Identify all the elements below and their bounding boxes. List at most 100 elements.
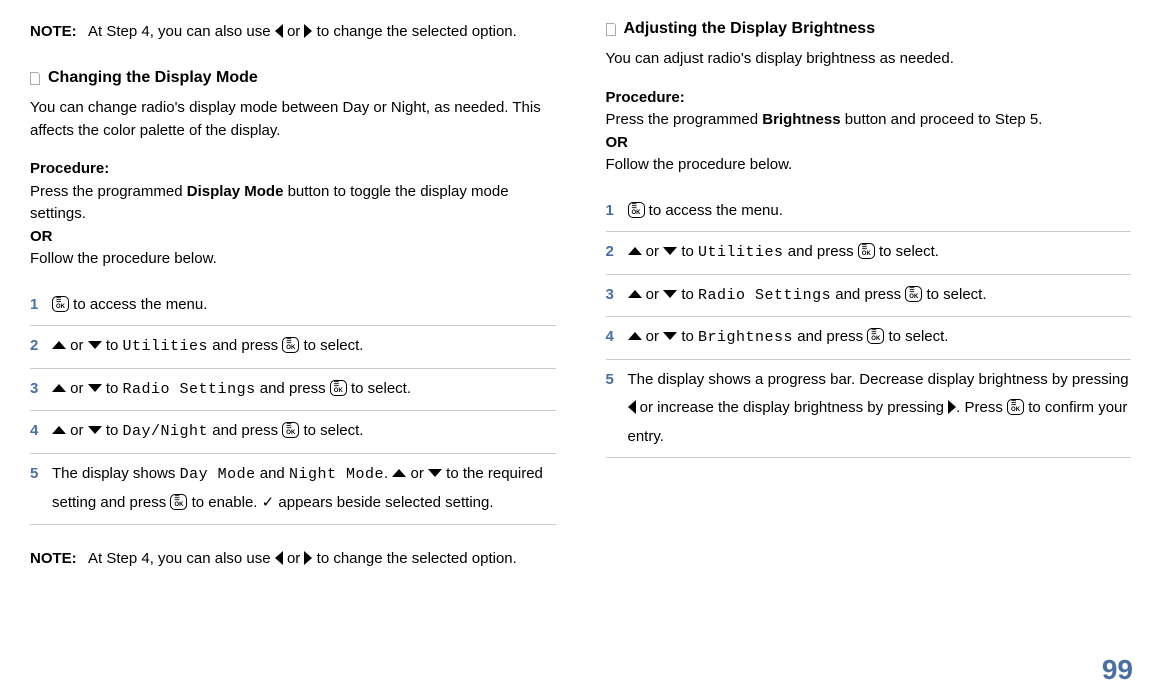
- step-body: or to Brightness and press to select.: [628, 323, 1132, 353]
- step-text: to select.: [922, 286, 986, 303]
- note-block-top: NOTE: At Step 4, you can also use or to …: [30, 20, 556, 44]
- procedure-label: Procedure:: [30, 160, 109, 177]
- step-number: 5: [30, 460, 52, 489]
- up-arrow-icon: [392, 469, 406, 477]
- ok-button-icon: [867, 328, 884, 344]
- step-text: or: [66, 422, 88, 439]
- step-1: 1 to access the menu.: [30, 285, 556, 327]
- step-text: and: [256, 465, 289, 482]
- menu-option: Radio Settings: [698, 287, 831, 304]
- step-text: to enable.: [187, 494, 261, 511]
- proc-bold: Display Mode: [187, 183, 284, 200]
- step-body: or to Utilities and press to select.: [628, 238, 1132, 268]
- left-arrow-icon: [275, 24, 283, 38]
- ok-button-icon: [330, 380, 347, 396]
- step-number: 1: [606, 197, 628, 226]
- note-label: NOTE:: [30, 20, 88, 44]
- note-text-part: or: [283, 23, 305, 40]
- step-body: or to Utilities and press to select.: [52, 332, 556, 362]
- right-arrow-icon: [304, 551, 312, 565]
- step-4: 4 or to Day/Night and press to select.: [30, 411, 556, 454]
- step-text: .: [384, 465, 392, 482]
- title-text: Changing the Display Mode: [48, 69, 258, 87]
- step-text: or: [642, 286, 664, 303]
- section-title-display-mode: Changing the Display Mode: [30, 69, 556, 87]
- intro-text: You can change radio's display mode betw…: [30, 97, 556, 142]
- or-text: OR: [30, 228, 53, 245]
- step-number: 2: [606, 238, 628, 267]
- step-body: or to Day/Night and press to select.: [52, 417, 556, 447]
- step-text: to select.: [299, 422, 363, 439]
- step-text: or: [66, 380, 88, 397]
- procedure-block: Procedure: Press the programmed Display …: [30, 158, 556, 271]
- note-label: NOTE:: [30, 547, 88, 571]
- step-text: or: [642, 243, 664, 260]
- note-text-part: At Step 4, you can also use: [88, 23, 275, 40]
- note-block-bottom: NOTE: At Step 4, you can also use or to …: [30, 547, 556, 571]
- step-1: 1 to access the menu.: [606, 191, 1132, 233]
- step-body: The display shows Day Mode and Night Mod…: [52, 460, 556, 518]
- step-number: 3: [30, 375, 52, 404]
- step-text: to access the menu.: [69, 296, 207, 313]
- down-arrow-icon: [88, 384, 102, 392]
- step-text: to select.: [299, 337, 363, 354]
- step-number: 2: [30, 332, 52, 361]
- step-2: 2 or to Utilities and press to select.: [30, 326, 556, 369]
- step-number: 4: [30, 417, 52, 446]
- proc-text-part: Follow the procedure below.: [606, 156, 793, 173]
- menu-option: Day Mode: [180, 466, 256, 483]
- step-text: to: [677, 286, 698, 303]
- note-text: At Step 4, you can also use or to change…: [88, 547, 556, 571]
- step-text: to select.: [884, 328, 948, 345]
- or-text: OR: [606, 134, 629, 151]
- step-text: or: [642, 328, 664, 345]
- step-body: The display shows a progress bar. Decrea…: [628, 366, 1132, 452]
- title-text: Adjusting the Display Brightness: [624, 20, 876, 38]
- ok-button-icon: [1007, 399, 1024, 415]
- note-text-part: to change the selected option.: [312, 550, 516, 567]
- step-text: appears beside selected setting.: [274, 494, 493, 511]
- step-body: to access the menu.: [628, 197, 1132, 226]
- ok-button-icon: [905, 286, 922, 302]
- proc-text-part: Press the programmed: [30, 183, 187, 200]
- step-2: 2 or to Utilities and press to select.: [606, 232, 1132, 275]
- ok-button-icon: [282, 337, 299, 353]
- step-text: or: [66, 337, 88, 354]
- proc-bold: Brightness: [762, 111, 840, 128]
- step-text: to: [102, 422, 123, 439]
- step-4: 4 or to Brightness and press to select.: [606, 317, 1132, 360]
- section-title-brightness: Adjusting the Display Brightness: [606, 20, 1132, 38]
- down-arrow-icon: [663, 290, 677, 298]
- up-arrow-icon: [628, 332, 642, 340]
- step-text: to select.: [347, 380, 411, 397]
- up-arrow-icon: [52, 384, 66, 392]
- proc-text-part: Press the programmed: [606, 111, 763, 128]
- up-arrow-icon: [52, 341, 66, 349]
- steps-list: 1 to access the menu. 2 or to Utilities …: [30, 285, 556, 525]
- step-3: 3 or to Radio Settings and press to sele…: [30, 369, 556, 412]
- note-text-part: At Step 4, you can also use: [88, 550, 275, 567]
- step-text: to: [102, 380, 123, 397]
- document-icon: [30, 72, 40, 85]
- right-arrow-icon: [304, 24, 312, 38]
- proc-text-part: Follow the procedure below.: [30, 250, 217, 267]
- step-number: 4: [606, 323, 628, 352]
- step-text: The display shows: [52, 465, 180, 482]
- up-arrow-icon: [52, 426, 66, 434]
- step-body: or to Radio Settings and press to select…: [52, 375, 556, 405]
- step-text: and press: [208, 337, 282, 354]
- check-icon: ✓: [262, 494, 275, 511]
- steps-list: 1 to access the menu. 2 or to Utilities …: [606, 191, 1132, 459]
- step-number: 3: [606, 281, 628, 310]
- step-number: 1: [30, 291, 52, 320]
- right-column: Adjusting the Display Brightness You can…: [606, 20, 1132, 596]
- step-text: and press: [256, 380, 330, 397]
- page-number: 99: [1102, 654, 1133, 686]
- step-body: to access the menu.: [52, 291, 556, 320]
- step-3: 3 or to Radio Settings and press to sele…: [606, 275, 1132, 318]
- ok-button-icon: [858, 243, 875, 259]
- step-text: to access the menu.: [645, 202, 783, 219]
- note-text: At Step 4, you can also use or to change…: [88, 20, 556, 44]
- step-text: and press: [793, 328, 867, 345]
- menu-option: Utilities: [698, 244, 784, 261]
